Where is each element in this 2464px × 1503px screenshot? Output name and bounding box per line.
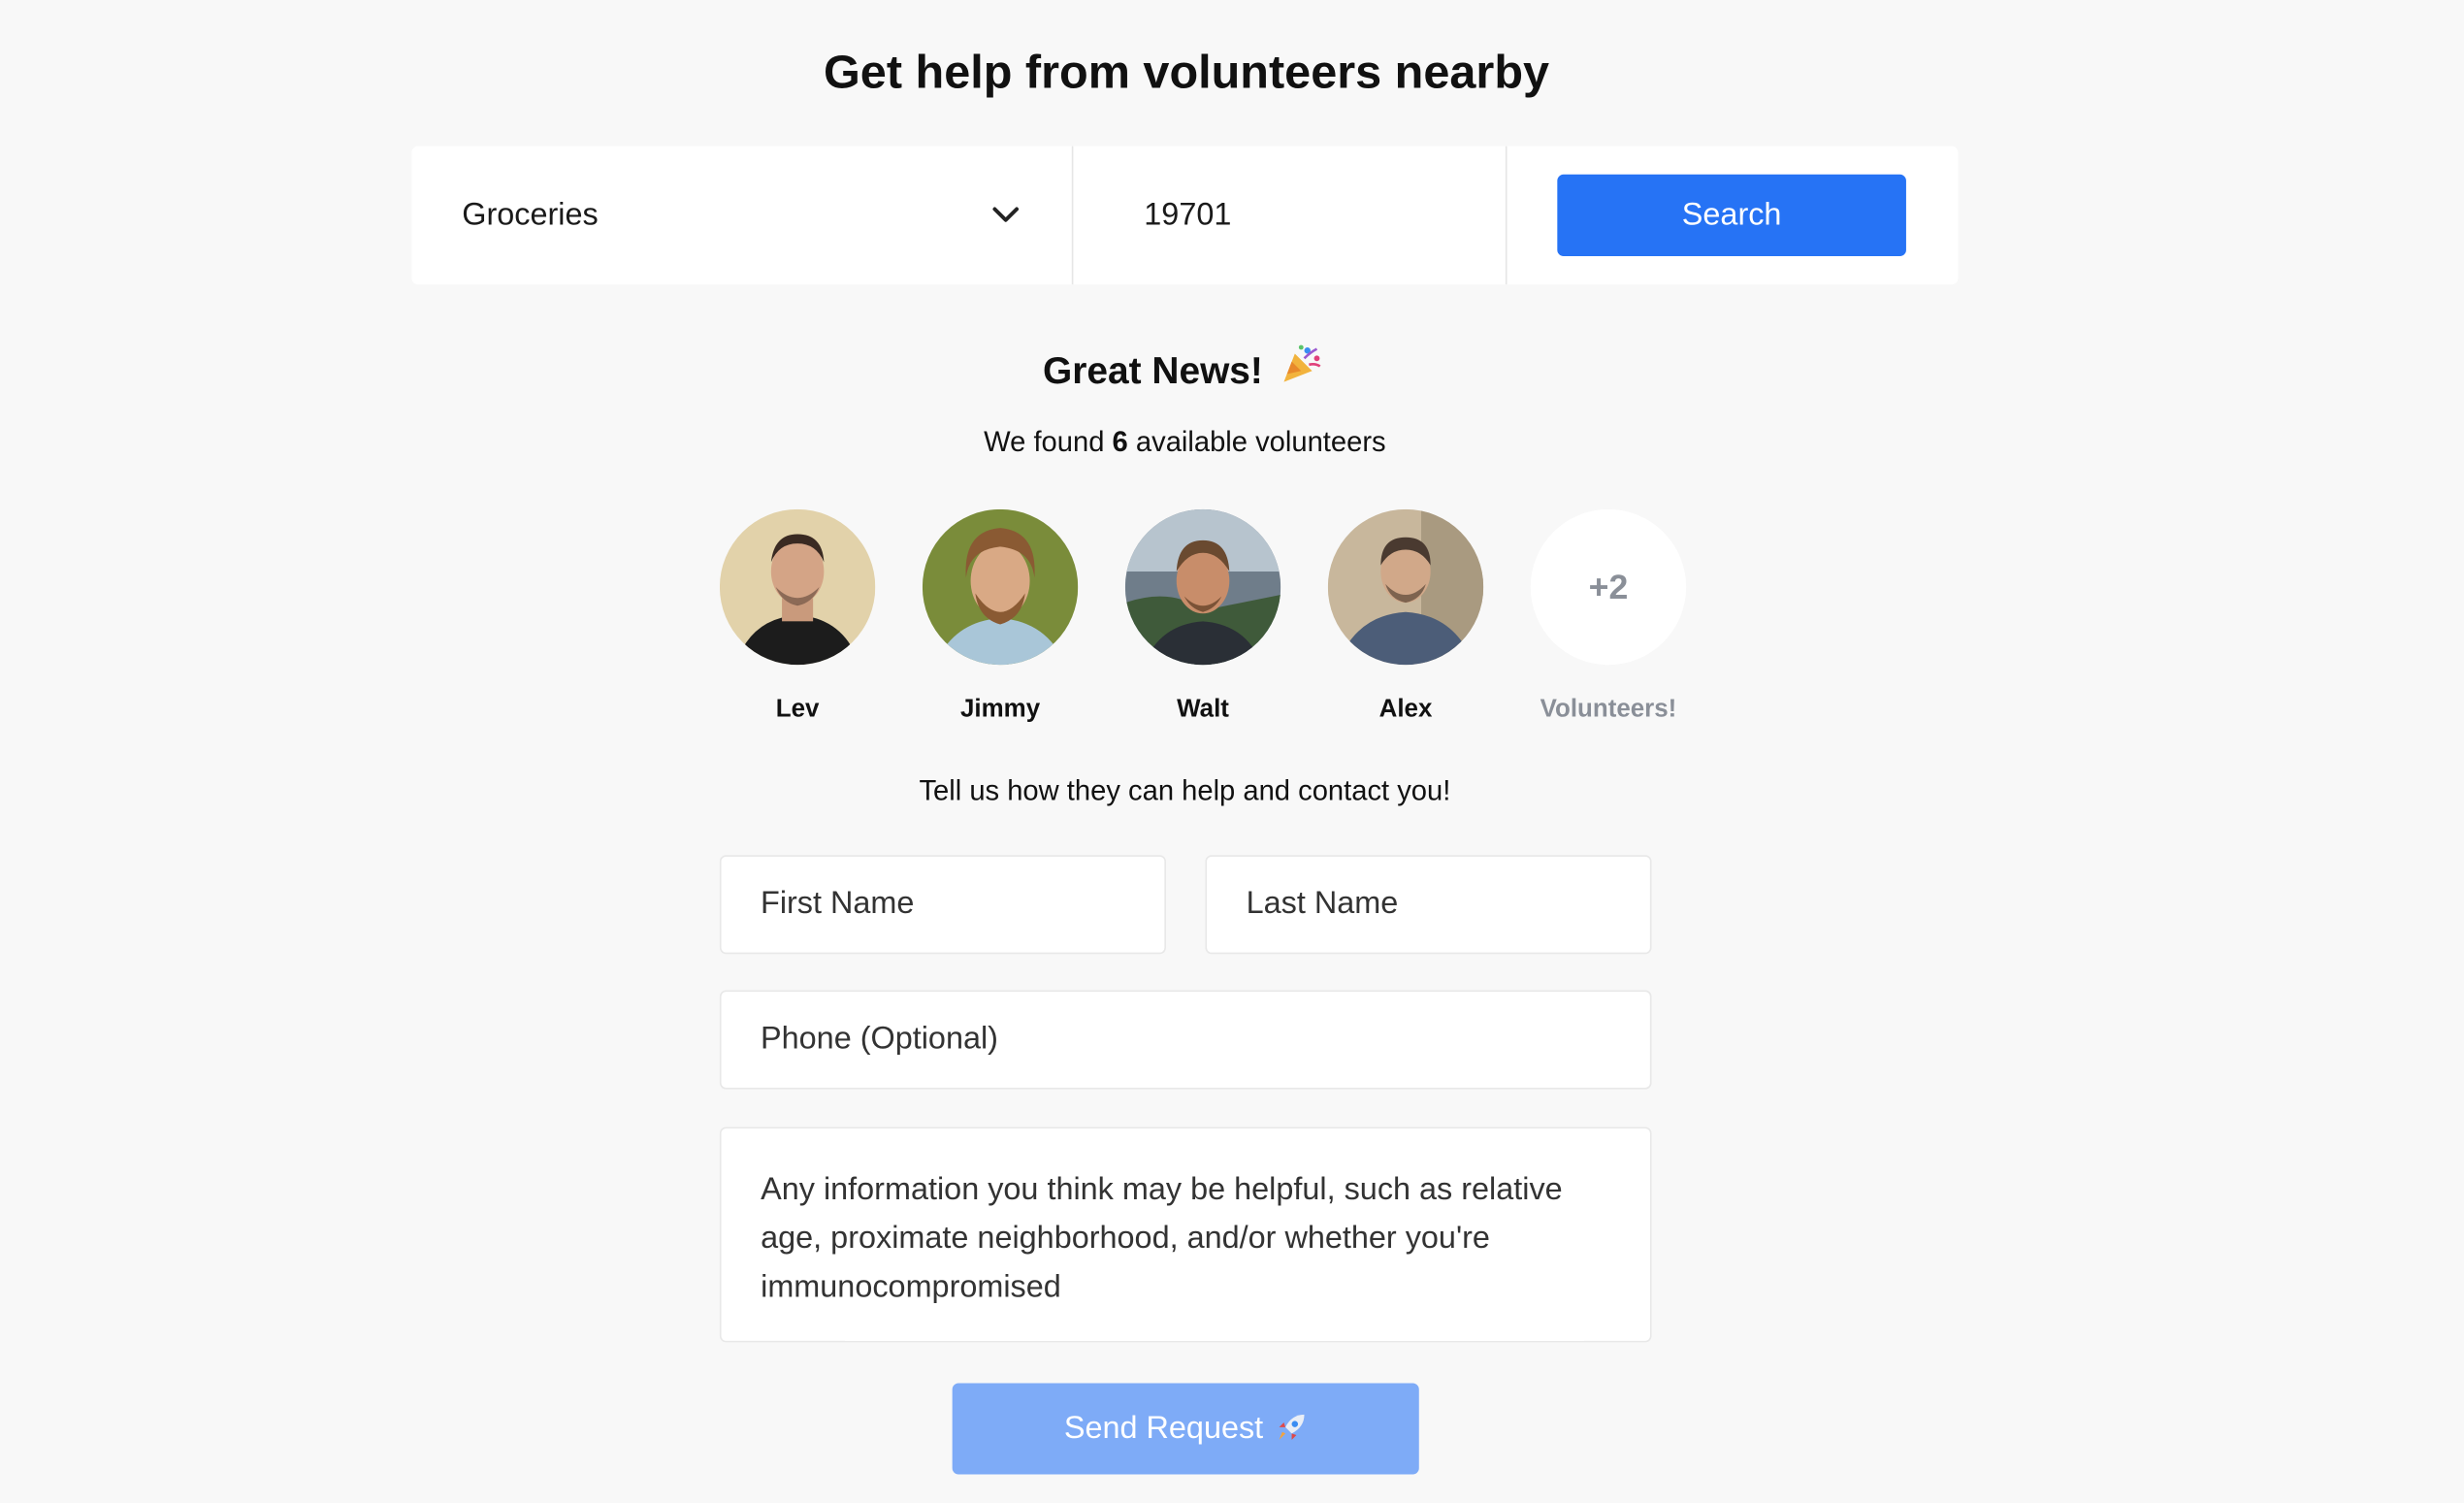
volunteer-name: Walt bbox=[1177, 696, 1229, 724]
page-title: Get help from volunteers nearby bbox=[824, 47, 1550, 100]
zip-field-wrapper bbox=[1073, 146, 1508, 285]
form-prompt: Tell us how they can help and contact yo… bbox=[919, 774, 1451, 807]
volunteer-card[interactable]: Jimmy bbox=[922, 508, 1079, 727]
phone-field[interactable] bbox=[719, 990, 1652, 1090]
page: Get help from volunteers nearby Grocerie… bbox=[0, 0, 2464, 1503]
volunteer-name: Jimmy bbox=[959, 696, 1041, 724]
avatar bbox=[719, 508, 876, 666]
rocket-icon bbox=[1273, 1412, 1308, 1447]
first-name-field[interactable] bbox=[719, 855, 1166, 955]
avatar bbox=[922, 508, 1079, 666]
avatar bbox=[1327, 508, 1484, 666]
more-volunteers-label: Volunteers! bbox=[1540, 696, 1677, 724]
volunteers-found-text: We found 6 available volunteers bbox=[0, 421, 2370, 462]
results-heading: Great News! bbox=[0, 343, 2367, 404]
volunteer-name: Alex bbox=[1378, 696, 1433, 724]
found-prefix: We found bbox=[984, 425, 1105, 458]
zip-input[interactable] bbox=[1073, 195, 1506, 236]
avatar bbox=[1124, 508, 1281, 666]
volunteer-name: Lev bbox=[775, 696, 820, 724]
volunteer-card[interactable]: Walt bbox=[1124, 508, 1281, 727]
volunteer-card[interactable]: Lev bbox=[719, 508, 876, 727]
chevron-down-icon bbox=[990, 200, 1021, 231]
volunteer-list: Lev Jimmy Walt Alex +2 Volunteers! bbox=[719, 508, 1687, 727]
results-heading-text: Great News! bbox=[1043, 349, 1263, 393]
search-bar: Groceries Search bbox=[411, 146, 1959, 285]
last-name-field[interactable] bbox=[1205, 855, 1652, 955]
category-select[interactable]: Groceries bbox=[411, 146, 1074, 285]
more-volunteers-count: +2 bbox=[1530, 508, 1687, 666]
found-suffix: available volunteers bbox=[1135, 425, 1386, 458]
volunteer-card[interactable]: Alex bbox=[1327, 508, 1484, 727]
search-button-wrapper: Search bbox=[1507, 147, 1958, 285]
send-request-button[interactable]: Send Request bbox=[952, 1383, 1419, 1475]
found-count: 6 bbox=[1112, 425, 1128, 458]
send-request-label: Send Request bbox=[1063, 1410, 1264, 1446]
category-select-value: Groceries bbox=[462, 197, 599, 232]
party-popper-icon bbox=[1280, 343, 1323, 404]
more-volunteers[interactable]: +2 Volunteers! bbox=[1530, 508, 1687, 727]
search-button[interactable]: Search bbox=[1557, 174, 1906, 257]
info-textarea[interactable] bbox=[719, 1127, 1652, 1343]
